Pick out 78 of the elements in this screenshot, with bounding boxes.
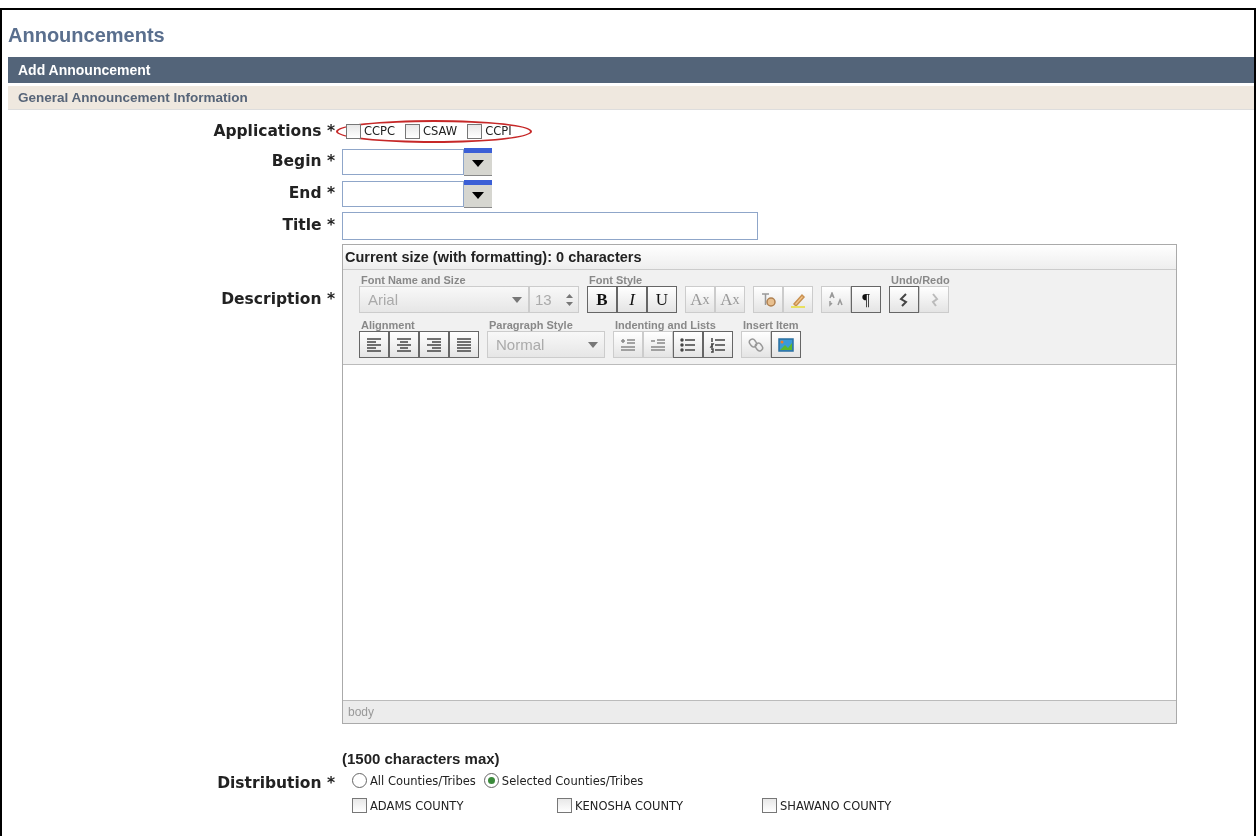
dropdown[interactable]: Arial [359, 286, 529, 313]
checkbox-label: KENOSHA COUNTY [575, 798, 684, 813]
radio-button[interactable] [352, 773, 367, 788]
editor-status-bar: body [343, 701, 1176, 723]
toolbar-group-label: Insert Item [742, 319, 800, 331]
checkbox-label: CSAW [423, 124, 458, 138]
field-label: Title * [281, 215, 335, 236]
field-label: End * [287, 183, 335, 204]
outdent-button[interactable] [613, 331, 643, 358]
highlight-icon [789, 291, 807, 308]
indent-button[interactable] [643, 331, 673, 358]
align-left-button[interactable] [359, 331, 389, 358]
caret-icon [472, 160, 484, 168]
toolbar-group-label: Paragraph Style [488, 319, 574, 331]
checkbox[interactable] [467, 123, 483, 139]
format-button[interactable]: ¶ [851, 286, 881, 313]
image-button[interactable] [771, 331, 801, 358]
editor-size-bar: Current size (with formatting): 0 characters [343, 245, 1176, 270]
field-label: Applications * [212, 121, 335, 142]
checkbox[interactable] [762, 798, 777, 813]
link-icon [747, 336, 765, 353]
radio-label: Selected Counties/Tribes [501, 773, 644, 788]
section-header: General Announcement Information [8, 86, 1254, 110]
numbered-list-icon [709, 336, 727, 353]
toolbar-group-label: Alignment [360, 319, 416, 331]
spinner-arrows-icon [566, 292, 573, 307]
field-label: Distribution * [216, 773, 335, 794]
toolbar-group-label: Font Name and Size [360, 274, 467, 286]
format-button[interactable]: I [617, 286, 647, 313]
justify-button[interactable] [449, 331, 479, 358]
text-color-icon [759, 291, 777, 308]
field-label: Description * [220, 289, 335, 310]
checkbox-label: CCPC [364, 124, 396, 138]
checkbox[interactable] [557, 798, 572, 813]
link-button[interactable] [741, 331, 771, 358]
align-right-icon [425, 336, 443, 353]
bullet-list-button[interactable] [673, 331, 703, 358]
checkbox[interactable] [405, 123, 421, 139]
indent-icon [649, 336, 667, 353]
caret-icon [588, 341, 598, 348]
title-field[interactable] [342, 212, 758, 240]
number-spinner[interactable]: 13 [529, 286, 579, 313]
numbered-list-button[interactable] [703, 331, 733, 358]
page-title: Announcements [7, 23, 166, 48]
toolbar-group-label: Undo/Redo [890, 274, 950, 286]
checkbox-label: CCPI [485, 124, 512, 138]
case-button[interactable] [821, 286, 851, 313]
toolbar-group-label: Indenting and Lists [614, 319, 717, 331]
align-right-button[interactable] [419, 331, 449, 358]
date-field[interactable] [342, 149, 464, 175]
dropdown[interactable]: Normal [487, 331, 605, 358]
caret-icon [512, 296, 522, 303]
justify-icon [455, 336, 473, 353]
align-center-icon [395, 336, 413, 353]
calendar-dropdown-button[interactable] [464, 148, 492, 176]
highlight-button[interactable] [783, 286, 813, 313]
align-left-icon [365, 336, 383, 353]
outdent-icon [619, 336, 637, 353]
undo-button[interactable] [889, 286, 919, 313]
radio-button[interactable] [483, 773, 499, 788]
checkbox[interactable] [346, 123, 361, 139]
checkbox-label: SHAWANO COUNTY [780, 798, 892, 813]
toolbar-group-label: Font Style [588, 274, 644, 286]
format-button[interactable]: B [587, 286, 617, 313]
panel-header: Add Announcement [8, 57, 1254, 83]
radio-label: All Counties/Tribes [370, 773, 476, 788]
image-icon [777, 336, 795, 353]
checkbox[interactable] [352, 798, 367, 813]
align-center-button[interactable] [389, 331, 419, 358]
field-label: Begin * [270, 151, 335, 172]
calendar-dropdown-button[interactable] [464, 180, 492, 208]
text-color-button[interactable] [753, 286, 783, 313]
date-field[interactable] [342, 181, 464, 207]
bullet-list-icon [679, 336, 697, 353]
character-limit-note: (1500 characters max) [342, 750, 501, 767]
checkbox-label: ADAMS COUNTY [370, 798, 464, 813]
format-button[interactable]: U [647, 286, 677, 313]
caret-icon [472, 192, 484, 200]
